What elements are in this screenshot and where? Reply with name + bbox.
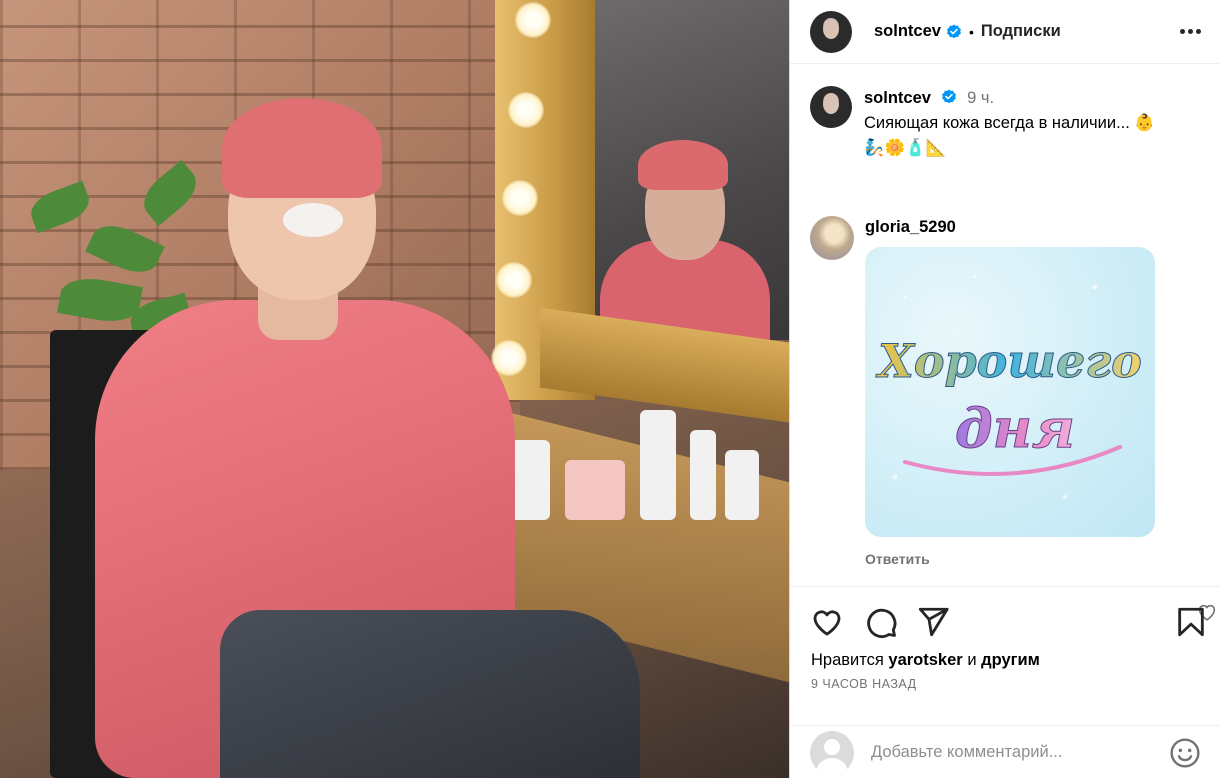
sticker-text: Хорошего (875, 334, 1142, 388)
post-timestamp[interactable]: 9 ЧАСОВ НАЗАД (811, 677, 917, 691)
light-bulb (515, 2, 551, 38)
current-user-avatar (810, 730, 854, 775)
commenter-username[interactable]: gloria_5290 (865, 216, 1210, 238)
author-username[interactable]: solntcev (874, 22, 941, 41)
reply-button[interactable]: Ответить (865, 551, 1210, 567)
comment-input[interactable] (871, 743, 1169, 762)
caption-time[interactable]: 9 ч. (967, 89, 994, 107)
following-button[interactable]: Подписки (981, 22, 1061, 41)
separator: • (968, 23, 974, 40)
likes-conj: и (967, 651, 977, 669)
post-header: solntcev • Подписки (790, 0, 1220, 64)
share-icon[interactable] (916, 605, 950, 639)
likes-prefix: Нравится (811, 651, 884, 669)
heart-icon[interactable] (810, 605, 844, 639)
caption-username[interactable]: solntcev (864, 89, 931, 107)
caption-line: Сияющая кожа всегда в наличии... 👶 (864, 114, 1155, 132)
author-avatar[interactable] (810, 10, 852, 53)
commenter-avatar[interactable] (810, 216, 854, 260)
comment-item: gloria_5290 Хорошего дня Ответить (810, 216, 1216, 621)
sticker-text: дня (955, 396, 1075, 460)
light-bulb (496, 262, 532, 298)
cosmetics (500, 390, 780, 520)
light-bulb (508, 92, 544, 128)
likes-others-link[interactable]: другим (981, 651, 1040, 669)
more-icon[interactable] (1174, 23, 1207, 40)
post-photo[interactable] (0, 0, 789, 778)
emoji-icon[interactable] (1169, 737, 1201, 769)
caption-line: 🧞🌼🧴📐 (864, 139, 947, 157)
verified-icon (941, 89, 956, 104)
likes-summary: Нравится yarotsker и другим (811, 651, 1040, 670)
mirror-reflection (638, 140, 728, 190)
comment-icon[interactable] (864, 605, 898, 639)
verified-icon (947, 24, 961, 38)
eye-patch (283, 203, 343, 237)
caption-text: solntcev 9 ч. Сияющая кожа всегда в нали… (864, 86, 1155, 161)
liker-username[interactable]: yarotsker (888, 651, 962, 669)
light-bulb (502, 180, 538, 216)
add-comment-bar (790, 725, 1220, 778)
bookmark-icon[interactable] (1174, 605, 1208, 639)
comment-sticker-image: Хорошего дня (865, 247, 1155, 537)
post-caption: solntcev 9 ч. Сияющая кожа всегда в нали… (810, 86, 1210, 161)
post-actions: Нравится yarotsker и другим 9 ЧАСОВ НАЗА… (790, 586, 1220, 778)
bandana (222, 98, 382, 198)
author-avatar[interactable] (810, 86, 852, 128)
post-panel: solntcev • Подписки solntcev 9 ч. Сияюща… (789, 0, 1220, 778)
person (220, 610, 640, 778)
